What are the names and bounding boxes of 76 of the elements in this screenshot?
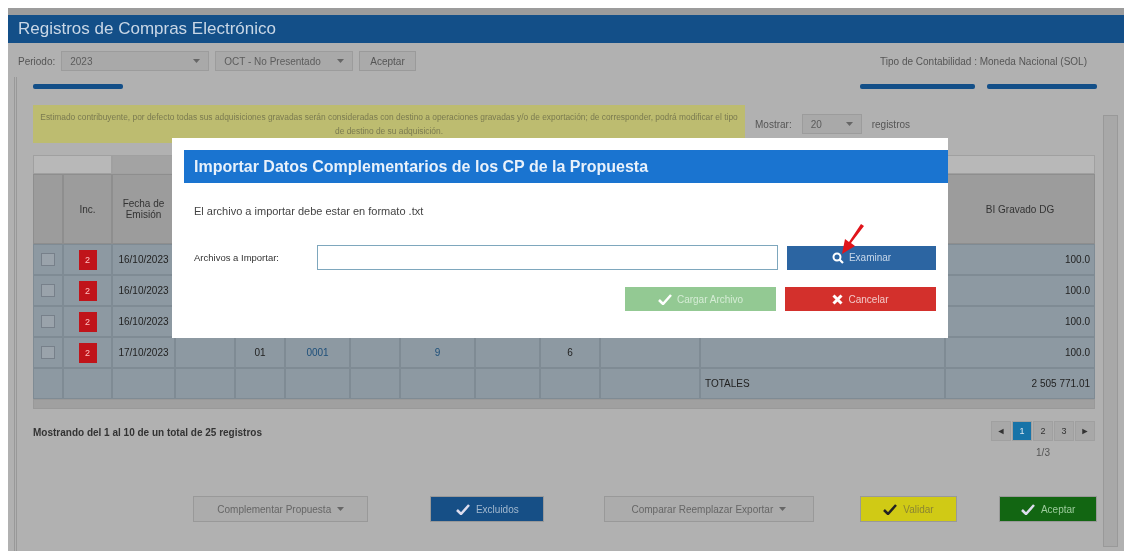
- check-icon: [883, 503, 898, 515]
- page-button[interactable]: 2: [1033, 421, 1053, 441]
- table-cell: [235, 368, 285, 399]
- row-checkbox[interactable]: [41, 284, 55, 297]
- page-button[interactable]: 3: [1054, 421, 1074, 441]
- table-cell: [350, 368, 400, 399]
- table-cell: 16/10/2023: [112, 306, 175, 337]
- cancel-button[interactable]: Cancelar: [785, 287, 936, 311]
- window-title: Registros de Compras Electrónico: [8, 15, 1124, 43]
- table-cell: 100.0: [945, 244, 1095, 275]
- caret-icon: [845, 122, 853, 126]
- table-cell: [285, 368, 350, 399]
- file-input-field[interactable]: [317, 245, 779, 270]
- table-cell: 6: [540, 337, 600, 368]
- page-size-select[interactable]: 20: [801, 114, 862, 134]
- browse-button[interactable]: Examinar: [787, 245, 936, 270]
- row-checkbox[interactable]: [41, 315, 55, 328]
- inconsistency-badge[interactable]: 2: [78, 311, 97, 332]
- dialog-title: Importar Datos Complementarios de los CP de la Propuesta: [184, 150, 948, 183]
- table-cell: 16/10/2023: [112, 275, 175, 306]
- inconsistency-badge[interactable]: 2: [78, 280, 97, 301]
- check-icon: [455, 503, 470, 515]
- totals-label: TOTALES: [700, 368, 945, 399]
- accounting-type-text: Tipo de Contabilidad : Moneda Nacional (SOL): [880, 55, 1087, 67]
- action-button[interactable]: Validar: [859, 496, 958, 522]
- row-checkbox[interactable]: [41, 253, 55, 266]
- caret-icon: [337, 59, 345, 63]
- column-header: Fecha de Emisión: [112, 174, 175, 244]
- file-label: Archivos a Importar:: [194, 252, 280, 263]
- show-label: Mostrar:: [755, 118, 792, 130]
- month-select[interactable]: OCT - No Presentado: [215, 51, 354, 71]
- column-header: Inc.: [63, 174, 112, 244]
- table-cell: [175, 337, 235, 368]
- table-cell: 17/10/2023: [112, 337, 175, 368]
- action-button[interactable]: Aceptar: [999, 496, 1097, 522]
- table-cell: 0001: [285, 337, 350, 368]
- check-icon: [1020, 503, 1035, 515]
- table-cell: 16/10/2023: [112, 244, 175, 275]
- caret-icon: [779, 507, 787, 511]
- accept-button[interactable]: Aceptar: [359, 51, 416, 71]
- records-label: registros: [871, 118, 911, 130]
- caret-icon: [337, 507, 345, 511]
- action-button[interactable]: Complementar Propuesta: [193, 496, 369, 522]
- inconsistency-badge[interactable]: 2: [78, 342, 97, 363]
- inconsistency-badge[interactable]: 2: [78, 249, 97, 270]
- previous-page-button[interactable]: ◄: [991, 421, 1011, 441]
- action-button[interactable]: Comparar Reemplazar Exportar: [604, 496, 814, 522]
- caret-icon: [193, 59, 201, 63]
- period-label: Periodo:: [18, 55, 56, 67]
- table-cell: 01: [235, 337, 285, 368]
- table-cell: 100.0: [945, 337, 1095, 368]
- table-cell: [475, 368, 540, 399]
- action-button[interactable]: Excluidos: [430, 496, 545, 522]
- page-button[interactable]: 1: [1012, 421, 1032, 441]
- page-position: 1/3: [1036, 447, 1050, 458]
- vertical-scrollbar[interactable]: [1103, 115, 1118, 547]
- column-header: BI Gravado DG: [945, 174, 1095, 244]
- table-cell: [175, 368, 235, 399]
- records-summary: Mostrando del 1 al 10 de un total de 25 registros: [33, 427, 262, 438]
- table-cell: 9: [400, 337, 475, 368]
- dialog-message: El archivo a importar debe estar en formato .txt: [194, 205, 425, 217]
- horizontal-scrollbar[interactable]: [33, 399, 1095, 409]
- table-cell: [112, 368, 175, 399]
- table-cell: 100.0: [945, 306, 1095, 337]
- table-cell: [540, 368, 600, 399]
- totals-value: 2 505 771.01: [945, 368, 1095, 399]
- row-checkbox[interactable]: [41, 346, 55, 359]
- search-icon: [831, 251, 844, 264]
- table-cell: 100.0: [945, 275, 1095, 306]
- year-select[interactable]: 2023: [61, 51, 210, 71]
- next-page-button[interactable]: ►: [1075, 421, 1095, 441]
- check-icon: [657, 293, 672, 305]
- column-header: [33, 174, 63, 244]
- close-icon: [832, 293, 844, 305]
- table-cell: [475, 337, 540, 368]
- table-cell: [350, 337, 400, 368]
